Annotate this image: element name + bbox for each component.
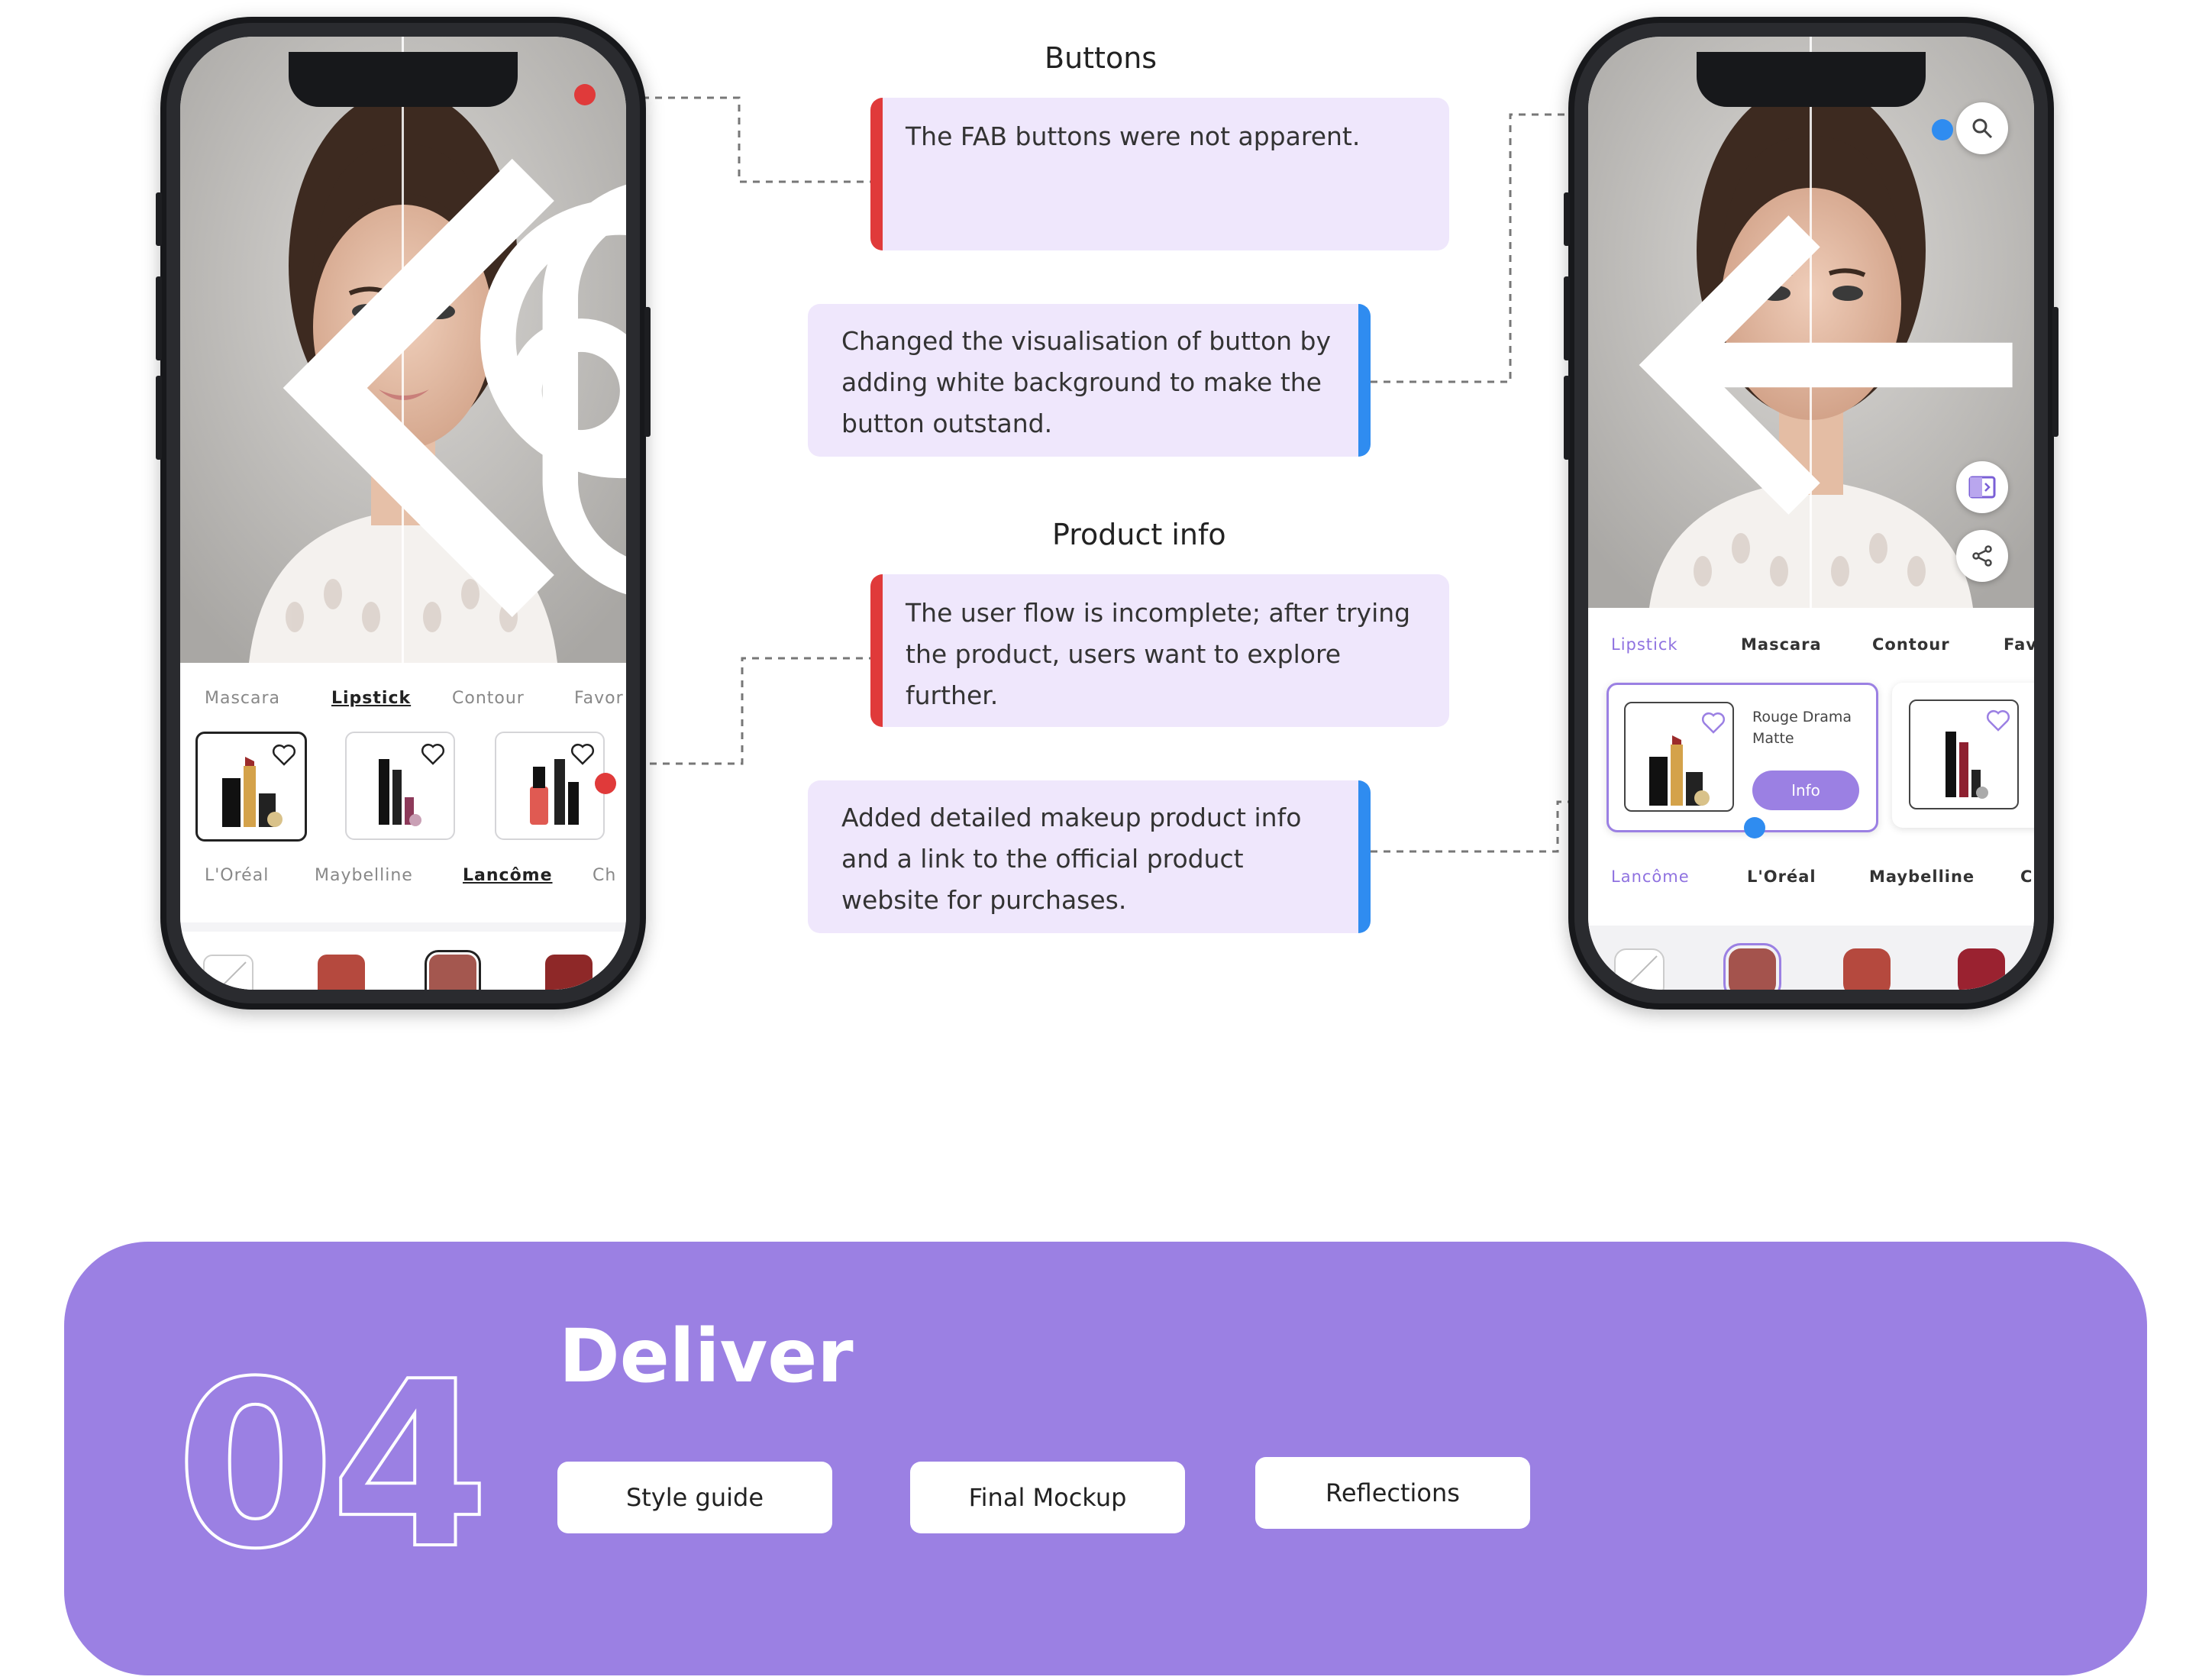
product-card[interactable] <box>195 732 307 842</box>
shade-swatch[interactable] <box>1958 948 2005 990</box>
search-fab-button[interactable] <box>1956 102 2008 154</box>
phone-after: Lipstick Mascara Contour Fav Rouge Drama… <box>1564 17 2059 1010</box>
shade-swatches-before <box>180 932 626 990</box>
mascara-product-image <box>1946 732 1988 799</box>
buttons-problem-note: The FAB buttons were not apparent. <box>870 98 1449 250</box>
tab-lipstick[interactable]: Lipstick <box>1611 635 1678 654</box>
buttons-solution-note: Changed the visualisation of button by a… <box>808 304 1371 457</box>
compare-icon <box>1968 476 1996 499</box>
screen-before: Mascara Lipstick Contour Favor Mascara L… <box>180 37 626 990</box>
annotation-marker-fab <box>574 84 596 105</box>
heart-icon[interactable] <box>1700 709 1726 735</box>
step-reflections[interactable]: Reflections <box>1255 1457 1530 1529</box>
brand-chanel[interactable]: C <box>2020 867 2033 886</box>
compare-fab-button[interactable] <box>1956 461 2008 513</box>
annotation-marker-fab <box>1932 119 1953 141</box>
product-solution-note: Added detailed makeup product info and a… <box>808 780 1371 933</box>
product-problem-note: The user flow is incomplete; after tryin… <box>870 574 1449 727</box>
buttons-solution-text: Changed the visualisation of button by a… <box>841 326 1332 438</box>
step-style-guide[interactable]: Style guide <box>557 1462 832 1533</box>
annotation-marker-product <box>1744 817 1765 838</box>
lipstick-product-image <box>1649 735 1710 806</box>
brand-loreal[interactable]: L'Oréal <box>205 866 269 885</box>
info-button[interactable]: Info <box>1752 771 1859 810</box>
shade-swatch-selected[interactable] <box>1723 943 1781 990</box>
phone-before: Mascara Lipstick Contour Favor Mascara L… <box>156 17 651 1010</box>
search-icon <box>1972 118 1993 139</box>
tab-mascara[interactable]: Mascara <box>205 689 280 708</box>
tab-favorites[interactable]: Favor <box>574 689 624 708</box>
product-info-heading: Product info <box>1052 518 1226 551</box>
brand-maybelline[interactable]: Maybelline <box>315 866 413 885</box>
section-number: 04 <box>174 1333 491 1599</box>
tab-lipstick[interactable]: Lipstick <box>331 689 411 708</box>
product-image-frame <box>1624 702 1734 812</box>
product-card[interactable] <box>1892 683 2034 828</box>
product-solution-text: Added detailed makeup product info and a… <box>841 803 1302 915</box>
back-arrow-icon[interactable] <box>1611 79 2034 608</box>
product-card[interactable] <box>345 732 455 840</box>
shade-swatch[interactable] <box>318 955 365 990</box>
brand-tabs-after: Lancôme L'Oréal Maybelline C <box>1588 861 2034 892</box>
lipgloss-product-image <box>530 759 579 825</box>
brand-lancome[interactable]: Lancôme <box>463 866 553 885</box>
brand-tabs-before: L'Oréal Maybelline Lancôme Ch <box>180 860 626 890</box>
brand-chanel[interactable]: Ch <box>593 866 616 885</box>
tab-favorites[interactable]: Fav <box>2004 635 2034 654</box>
lipstick-product-image <box>222 757 283 827</box>
tab-contour[interactable]: Contour <box>452 689 525 708</box>
product-problem-text: The user flow is incomplete; after tryin… <box>906 598 1411 710</box>
shade-swatch[interactable] <box>545 955 593 990</box>
product-card-expanded[interactable]: Rouge Drama Matte Info <box>1606 683 1878 832</box>
product-card[interactable] <box>495 732 605 840</box>
face-photo-before <box>180 37 626 663</box>
step-final-mockup[interactable]: Final Mockup <box>910 1462 1185 1533</box>
shade-swatch[interactable] <box>1843 948 1891 990</box>
annotation-marker-product <box>595 773 616 794</box>
buttons-problem-text: The FAB buttons were not apparent. <box>906 121 1361 151</box>
section-title: Deliver <box>559 1313 854 1399</box>
shade-swatch-selected[interactable] <box>425 950 481 990</box>
mascara-product-image <box>379 759 421 826</box>
compare-toggle-icon[interactable] <box>530 76 626 663</box>
no-shade-swatch[interactable] <box>203 955 253 990</box>
category-tabs-after: Lipstick Mascara Contour Fav <box>1588 629 2034 660</box>
product-name: Rouge Drama Matte <box>1752 709 1852 747</box>
share-fab-button[interactable] <box>1956 530 2008 582</box>
buttons-heading: Buttons <box>1045 41 1158 75</box>
brand-loreal[interactable]: L'Oréal <box>1747 867 1816 886</box>
tab-mascara[interactable]: Mascara <box>1741 635 1822 654</box>
tab-contour[interactable]: Contour <box>1872 635 1950 654</box>
brand-lancome[interactable]: Lancôme <box>1611 867 1690 886</box>
no-shade-swatch[interactable] <box>1614 948 1665 990</box>
brand-maybelline[interactable]: Maybelline <box>1869 867 1975 886</box>
screen-after: Lipstick Mascara Contour Fav Rouge Drama… <box>1588 37 2034 990</box>
heart-icon[interactable] <box>1985 707 2011 733</box>
share-icon <box>1972 545 1992 567</box>
shade-swatches-after <box>1588 926 2034 990</box>
